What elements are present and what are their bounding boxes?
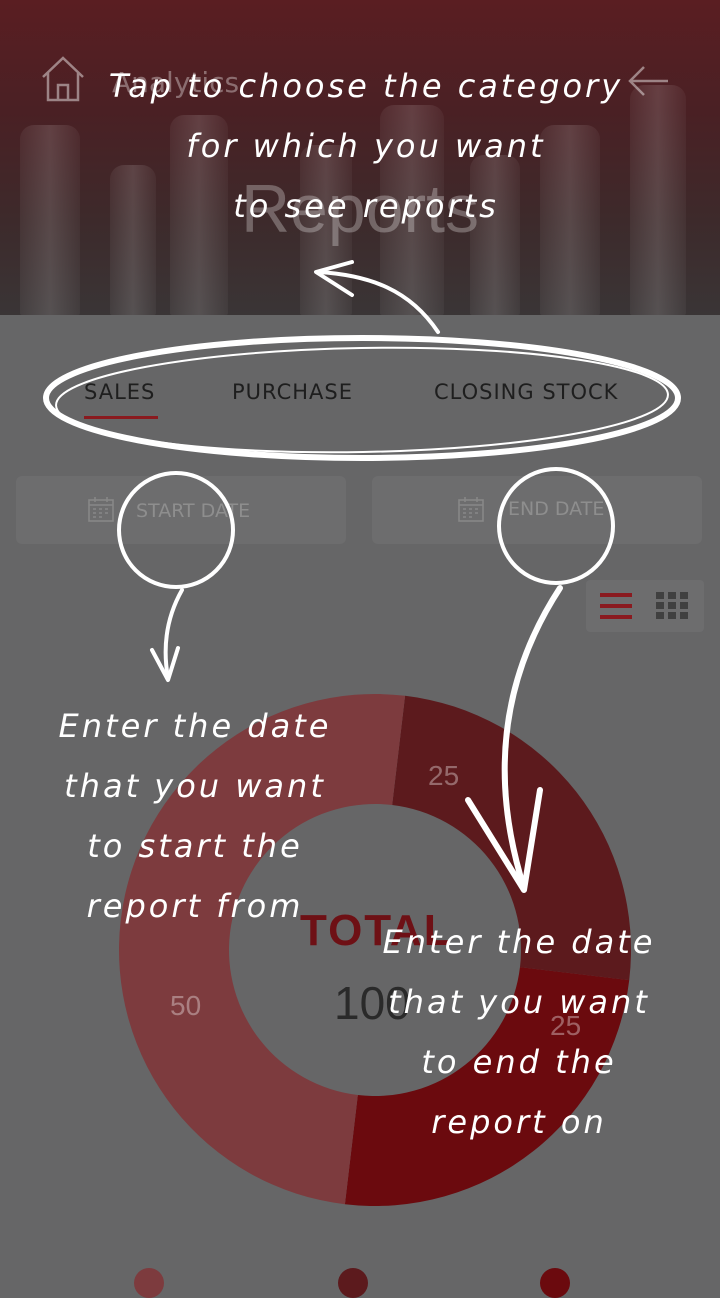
end-hint-line: that you want [388, 983, 650, 1021]
end-date-highlight-circle [497, 467, 615, 585]
start-hint-line: to start the [87, 827, 303, 865]
end-hint-line: to end the [421, 1043, 617, 1081]
end-hint-line: Enter the date [382, 923, 656, 961]
start-hint-line: that you want [64, 767, 326, 805]
tabs-hint-line: for which you want [186, 127, 546, 165]
start-date-highlight-circle [117, 471, 235, 589]
tabs-hint-text: Tap to choose the category for which you… [96, 56, 636, 236]
tabs-hint-line: to see reports [233, 187, 499, 225]
end-date-hint-text: Enter the date that you want to end the … [366, 912, 672, 1152]
start-hint-line: Enter the date [58, 707, 332, 745]
tabs-hint-arrow [316, 270, 440, 334]
start-hint-line: report from [86, 887, 304, 925]
end-hint-line: report on [431, 1103, 607, 1141]
tabs-hint-line: Tap to choose the category [108, 67, 624, 105]
start-date-hint-text: Enter the date that you want to start th… [40, 696, 350, 936]
